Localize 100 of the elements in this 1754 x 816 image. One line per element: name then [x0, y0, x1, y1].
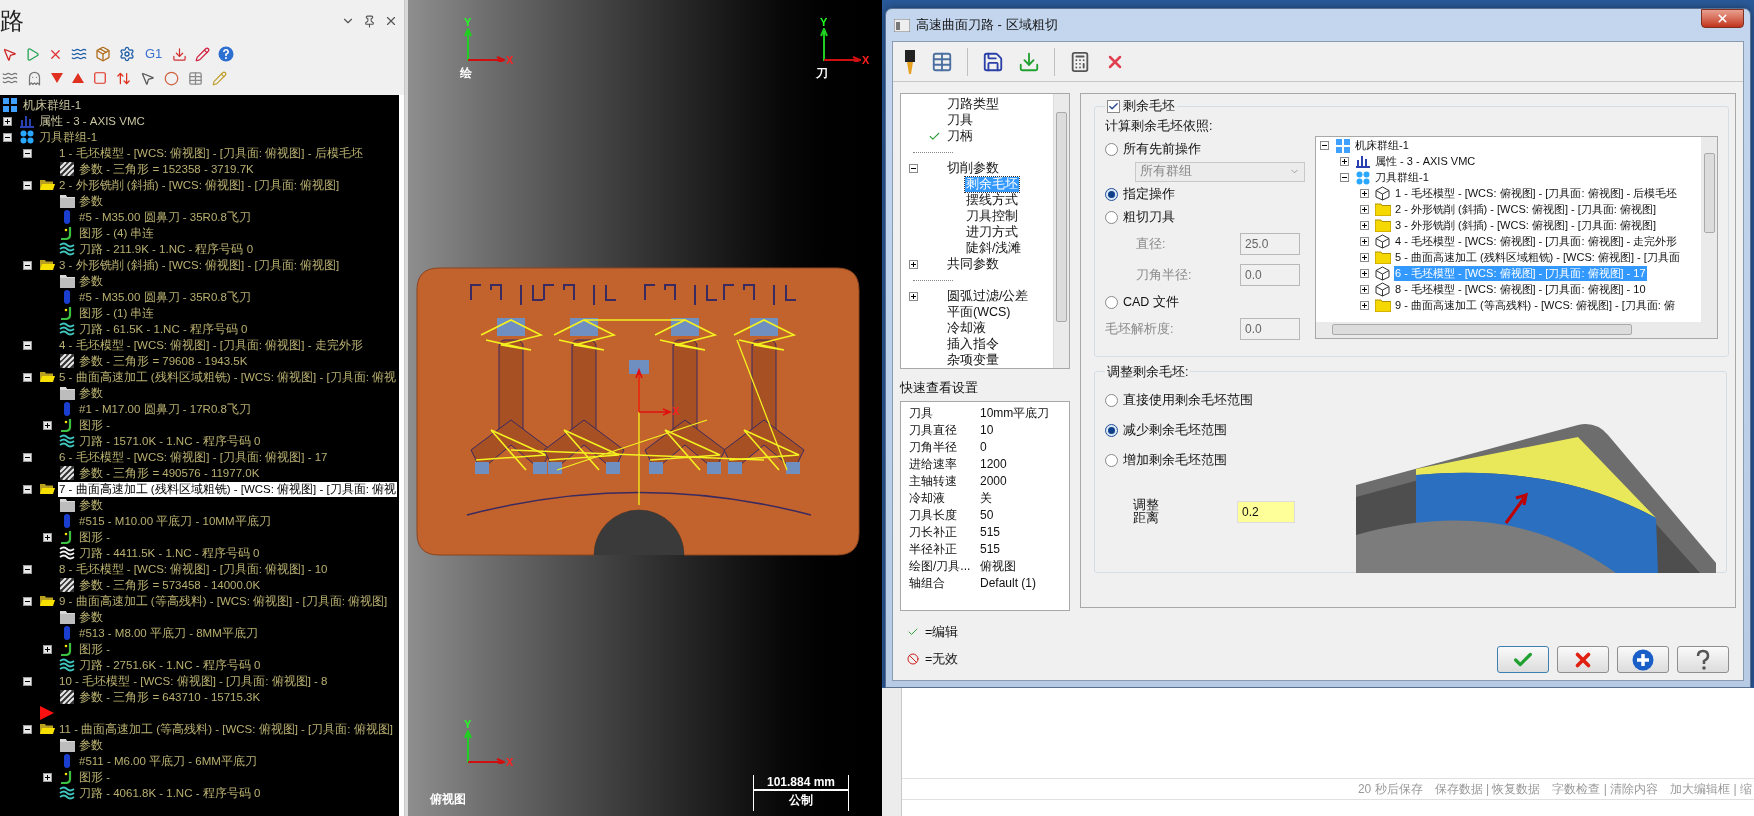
tree-item[interactable]: 2 - 外形铣削 (斜插) - [WCS: 俯视图] - [刀具面: 俯视图]: [1394, 202, 1657, 218]
expand-toggle[interactable]: [23, 724, 32, 734]
play-icon[interactable]: [25, 46, 40, 62]
table-icon[interactable]: [188, 70, 203, 86]
arrow-icon[interactable]: [172, 46, 188, 62]
tree-item[interactable]: 图形 - (1) 串连: [78, 305, 156, 321]
tree-item[interactable]: 5 - 曲面高速加工 (残料区域粗铣) - [WCS: 俯视图] - [刀具面: [1394, 250, 1681, 266]
nav-item[interactable]: 冷却液: [946, 320, 987, 336]
tree-item[interactable]: #515 - M10.00 平底刀 - 10MM平底刀: [78, 513, 272, 529]
tree-item[interactable]: 图形 -: [78, 769, 112, 785]
tree-item[interactable]: 参数 - 三角形 = 643710 - 15715.3K: [78, 689, 262, 705]
nav-item[interactable]: 切削参数: [946, 160, 1000, 176]
tree-item[interactable]: 参数: [78, 737, 104, 753]
cursor-icon[interactable]: [2, 46, 17, 62]
tree-item[interactable]: 3 - 外形铣削 (斜插) - [WCS: 俯视图] - [刀具面: 俯视图]: [58, 257, 341, 273]
help-icon[interactable]: [218, 46, 235, 62]
tree-item[interactable]: 4 - 毛坯模型 - [WCS: 俯视图] - [刀具面: 俯视图] - 走完外形: [1394, 234, 1679, 250]
close-button[interactable]: [1701, 9, 1744, 28]
tree-item[interactable]: 5 - 曲面高速加工 (残料区域粗铣) - [WCS: 俯视图] - [刀具面: 俯视: [58, 369, 398, 385]
expand-toggle[interactable]: [1340, 157, 1349, 167]
tree-item[interactable]: 参数 - 三角形 = 79608 - 1943.5K: [78, 353, 249, 369]
nav-item[interactable]: 进刀方式: [965, 224, 1019, 240]
nav-item[interactable]: 摆线方式: [965, 192, 1019, 208]
tree-item[interactable]: 10 - 毛坯模型 - [WCS: 俯视图] - [刀具面: 俯视图] - 8: [58, 673, 329, 689]
tree-item[interactable]: 6 - 毛坯模型 - [WCS: 俯视图] - [刀具面: 俯视图] - 17: [58, 449, 329, 465]
radio-button[interactable]: CAD 文件: [1105, 292, 1179, 312]
tree-item[interactable]: #5 - M35.00 圆鼻刀 - 35R0.8飞刀: [78, 289, 252, 305]
tree-item[interactable]: 9 - 曲面高速加工 (等高残料) - [WCS: 俯视图] - [刀具面: 俯视图]: [58, 593, 389, 609]
tree-item[interactable]: 7 - 曲面高速加工 (残料区域粗铣) - [WCS: 俯视图] - [刀具面: 俯视: [58, 481, 398, 497]
tree-item[interactable]: 刀具群组-1: [38, 129, 99, 145]
tree-item[interactable]: 2 - 外形铣削 (斜插) - [WCS: 俯视图] - [刀具面: 俯视图]: [58, 177, 341, 193]
nav-item[interactable]: 平面(WCS): [946, 304, 1012, 320]
radio-button[interactable]: 指定操作: [1105, 184, 1175, 204]
tree-item[interactable]: 刀路 - 4061.8K - 1.NC - 程序号码 0: [78, 785, 262, 801]
scrollbar[interactable]: [1701, 136, 1717, 322]
add-button[interactable]: [1617, 646, 1669, 673]
nav-item[interactable]: 插入指令: [946, 336, 1000, 352]
tree-item[interactable]: 参数: [78, 273, 104, 289]
tree-item[interactable]: #511 - M6.00 平底刀 - 6MM平底刀: [78, 753, 258, 769]
expand-toggle[interactable]: [1360, 205, 1369, 215]
expand-toggle[interactable]: [909, 259, 918, 269]
tree-item[interactable]: 图形 -: [78, 529, 112, 545]
tree-item[interactable]: 参数: [78, 497, 104, 513]
nav-item[interactable]: 刀路类型: [946, 96, 1000, 112]
tree-item[interactable]: 刀路 - 1571.0K - 1.NC - 程序号码 0: [78, 433, 262, 449]
tree-item[interactable]: 图形 - (4) 串连: [78, 225, 156, 241]
tree-item[interactable]: 8 - 毛坯模型 - [WCS: 俯视图] - [刀具面: 俯视图] - 10: [58, 561, 329, 577]
input-field[interactable]: 0.2: [1237, 501, 1295, 523]
expand-toggle[interactable]: [1360, 189, 1369, 199]
ok-button[interactable]: [1497, 646, 1549, 673]
radio-button[interactable]: 增加剩余毛坯范围: [1105, 450, 1227, 470]
close-icon[interactable]: [384, 14, 398, 28]
triangle-up-icon[interactable]: [72, 73, 84, 83]
tree-item[interactable]: 9 - 曲面高速加工 (等高残料) - [WCS: 俯视图] - [刀具面: 俯: [1394, 298, 1676, 314]
expand-toggle[interactable]: [23, 180, 32, 190]
nav-item[interactable]: 圆弧过滤/公差: [946, 288, 1030, 304]
expand-toggle[interactable]: [1360, 237, 1369, 247]
waves-icon[interactable]: [71, 46, 87, 62]
tree-item[interactable]: #5 - M35.00 圆鼻刀 - 35R0.8飞刀: [78, 209, 252, 225]
tree-item[interactable]: 刀路 - 4411.5K - 1.NC - 程序号码 0: [78, 545, 261, 561]
checkbox[interactable]: 剩余毛坯: [1107, 97, 1175, 116]
tree-item[interactable]: 图形 -: [78, 417, 112, 433]
tree-item[interactable]: 1 - 毛坯模型 - [WCS: 俯视图] - [刀具面: 俯视图] - 后模毛坯: [58, 145, 364, 161]
expand-toggle[interactable]: [1360, 253, 1369, 263]
expand-toggle[interactable]: [909, 291, 918, 301]
expand-toggle[interactable]: [1320, 141, 1329, 151]
nav-item[interactable]: 刀具: [946, 112, 974, 128]
expand-toggle[interactable]: [23, 676, 32, 686]
expand-toggle[interactable]: [1360, 269, 1369, 279]
tree-item[interactable]: #513 - M8.00 平底刀 - 8MM平底刀: [78, 625, 259, 641]
expand-toggle[interactable]: [23, 452, 32, 462]
tree-item[interactable]: 参数: [78, 609, 104, 625]
tree-item[interactable]: 3 - 外形铣削 (斜插) - [WCS: 俯视图] - [刀具面: 俯视图]: [1394, 218, 1657, 234]
expand-toggle[interactable]: [43, 532, 52, 542]
expand-toggle[interactable]: [3, 116, 12, 126]
expand-toggle[interactable]: [909, 163, 918, 173]
ghost-icon[interactable]: [27, 70, 42, 86]
radio-button[interactable]: 直接使用剩余毛坯范围: [1105, 390, 1253, 410]
tree-item[interactable]: 刀路 - 2751.6K - 1.NC - 程序号码 0: [78, 657, 262, 673]
expand-toggle[interactable]: [1360, 285, 1369, 295]
radio-button[interactable]: 减少剩余毛坯范围: [1105, 420, 1227, 440]
tree-item[interactable]: 11 - 曲面高速加工 (等高残料) - [WCS: 俯视图] - [刀具面: 俯视图]: [58, 721, 394, 737]
expand-toggle[interactable]: [3, 132, 12, 142]
nav-item[interactable]: 刀具控制: [965, 208, 1019, 224]
expand-toggle[interactable]: [1340, 173, 1349, 183]
tree-item[interactable]: 参数 - 三角形 = 573458 - 14000.0K: [78, 577, 262, 593]
tree-item[interactable]: 8 - 毛坯模型 - [WCS: 俯视图] - [刀具面: 俯视图] - 10: [1394, 282, 1647, 298]
nav-item[interactable]: 陡斜/浅滩: [965, 240, 1023, 256]
tree-item[interactable]: 参数 - 三角形 = 490576 - 11977.0K: [78, 465, 261, 481]
up-down-icon[interactable]: [116, 70, 131, 86]
cancel-button[interactable]: [1557, 646, 1609, 673]
table-icon[interactable]: [931, 50, 953, 73]
tree-item[interactable]: 图形 -: [78, 641, 112, 657]
pin-icon[interactable]: [363, 14, 376, 28]
expand-toggle[interactable]: [43, 772, 52, 782]
nav-item[interactable]: 刀柄: [946, 128, 974, 144]
gear-icon[interactable]: [119, 46, 135, 62]
tree-item[interactable]: 刀路 - 211.9K - 1.NC - 程序号码 0: [78, 241, 255, 257]
expand-toggle[interactable]: [23, 484, 32, 494]
expand-toggle[interactable]: [23, 260, 32, 270]
